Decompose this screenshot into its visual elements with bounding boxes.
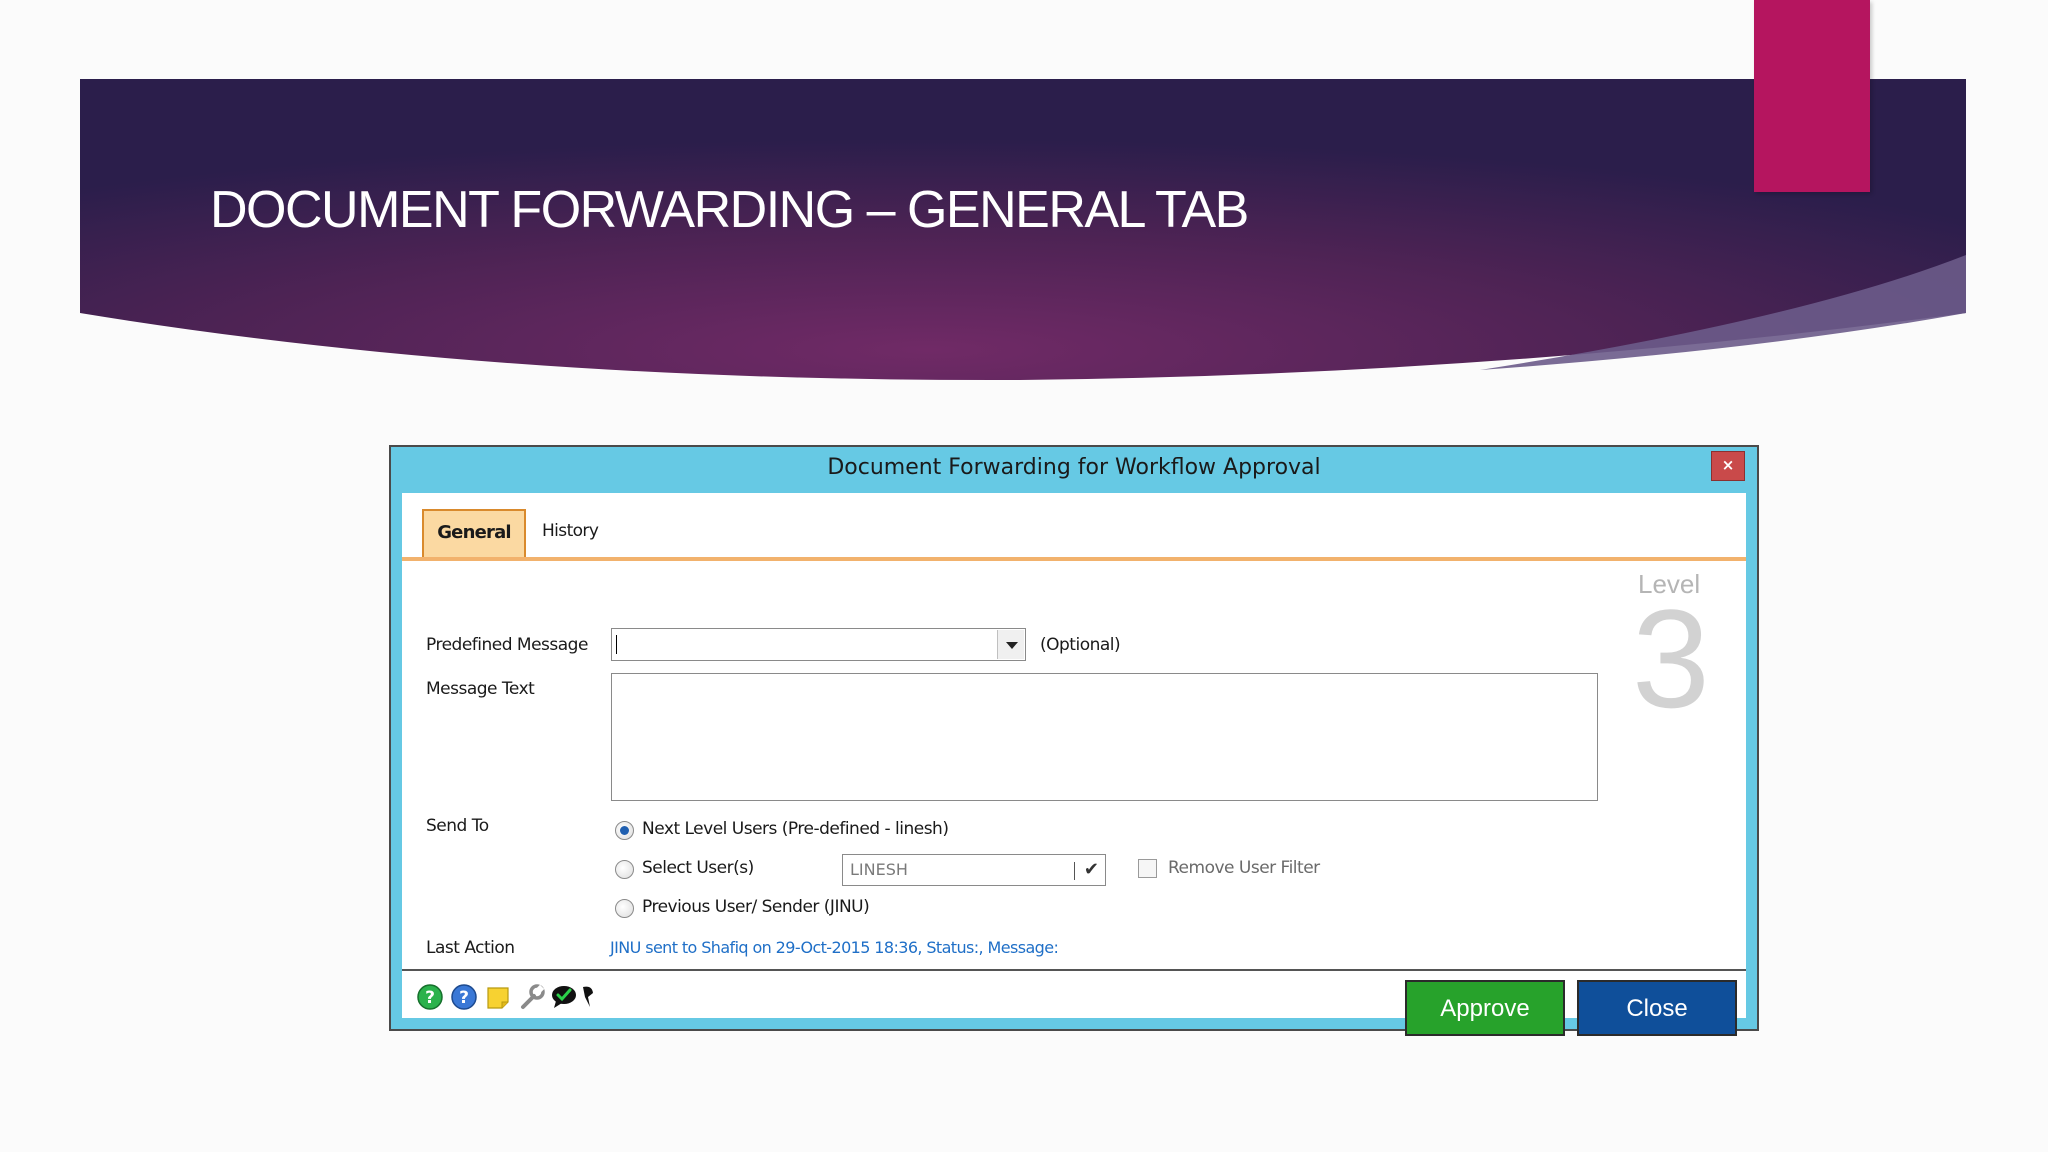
last-action-label: Last Action [426, 938, 515, 958]
help-blue-icon[interactable]: ? [450, 983, 478, 1011]
radio-next-level-users-label: Next Level Users (Pre-defined - linesh) [642, 819, 949, 839]
accent-bookmark [1754, 0, 1870, 192]
tab-strip: General History [402, 493, 1746, 561]
close-icon[interactable]: × [1711, 451, 1745, 481]
slide-title: DOCUMENT FORWARDING – GENERAL TAB [210, 181, 1249, 239]
predefined-message-label: Predefined Message [426, 635, 588, 655]
svg-text:?: ? [459, 988, 469, 1008]
predefined-message-dropdown[interactable] [611, 628, 1026, 661]
dialog-titlebar[interactable]: Document Forwarding for Workflow Approva… [391, 447, 1757, 491]
help-green-icon[interactable]: ? [416, 983, 444, 1011]
remove-user-filter-checkbox[interactable] [1138, 859, 1157, 878]
radio-next-level-users[interactable] [615, 821, 634, 840]
message-text-label: Message Text [426, 679, 535, 699]
approve-button[interactable]: Approve [1405, 980, 1565, 1036]
text-caret [616, 635, 617, 654]
dropdown-separator [1074, 862, 1075, 880]
svg-text:?: ? [425, 988, 435, 1008]
message-text-area[interactable] [611, 673, 1598, 801]
check-dropdown-icon[interactable]: ✔ [1084, 855, 1099, 885]
close-button[interactable]: Close [1577, 980, 1737, 1036]
optional-hint: (Optional) [1040, 635, 1121, 655]
radio-previous-user-label: Previous User/ Sender (JINU) [642, 897, 870, 917]
radio-select-users-label: Select User(s) [642, 858, 754, 878]
last-action-link[interactable]: JINU sent to Shafiq on 29-Oct-2015 18:36… [610, 938, 1059, 957]
note-icon[interactable] [484, 983, 512, 1011]
pin-icon[interactable] [580, 983, 596, 1011]
chevron-down-icon[interactable] [997, 630, 1024, 659]
dialog-title: Document Forwarding for Workflow Approva… [827, 455, 1321, 480]
workflow-dialog: Document Forwarding for Workflow Approva… [389, 445, 1759, 1036]
chat-check-icon[interactable] [550, 983, 578, 1011]
remove-user-filter-label: Remove User Filter [1168, 858, 1320, 878]
send-to-label: Send To [426, 816, 489, 836]
radio-select-users[interactable] [615, 860, 634, 879]
tab-general[interactable]: General [422, 509, 526, 557]
dialog-body: General History Predefined Message (Opti… [402, 493, 1746, 1036]
radio-previous-user[interactable] [615, 899, 634, 918]
wrench-icon[interactable] [518, 983, 546, 1011]
user-select-dropdown[interactable]: LINESH ✔ [842, 854, 1106, 886]
user-select-value: LINESH [850, 860, 908, 879]
level-number: 3 [1632, 580, 1710, 737]
tab-history[interactable]: History [532, 509, 612, 557]
